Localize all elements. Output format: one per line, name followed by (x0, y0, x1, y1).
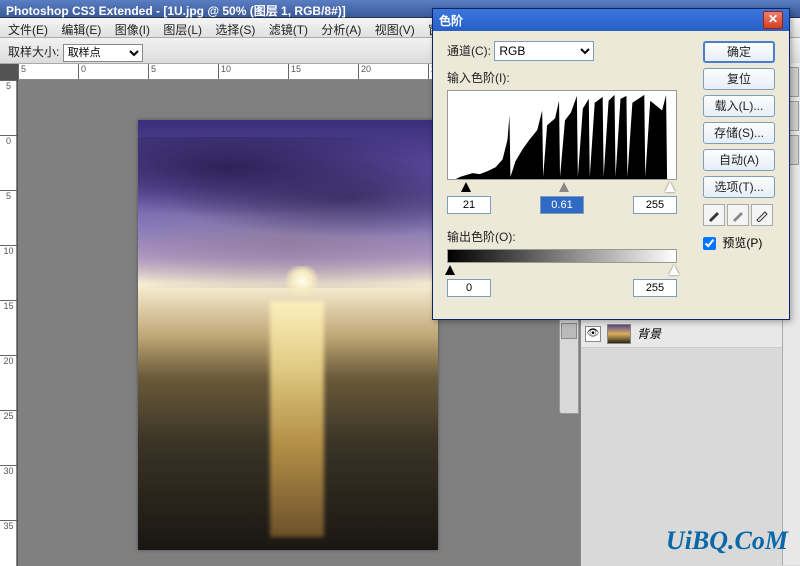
close-button[interactable]: ✕ (763, 11, 783, 29)
output-gradient (447, 249, 677, 263)
app-title: Photoshop CS3 Extended - [1U.jpg @ 50% (… (6, 4, 346, 18)
menu-filter[interactable]: 滤镜(T) (269, 23, 308, 37)
sky-clouds (138, 137, 438, 288)
watermark: UiBQ.CoM (666, 526, 788, 556)
midtone-input[interactable] (540, 196, 584, 214)
shadow-input[interactable] (447, 196, 491, 214)
document-image[interactable] (138, 120, 438, 550)
cancel-button[interactable]: 复位 (703, 68, 775, 90)
menu-view[interactable]: 视图(V) (375, 23, 415, 37)
preview-checkbox[interactable] (703, 237, 716, 250)
bg-label: 背景 (637, 325, 661, 342)
options-button[interactable]: 选项(T)... (703, 176, 775, 198)
black-eyedropper[interactable] (703, 204, 725, 226)
vertical-ruler: 5 0 5 10 15 20 25 30 35 (0, 80, 17, 566)
out-white-slider[interactable] (669, 265, 679, 275)
menu-edit[interactable]: 编辑(E) (61, 23, 101, 37)
shadow-slider[interactable] (461, 182, 471, 192)
preview-label: 预览(P) (722, 236, 762, 250)
channel-label: 通道(C): (447, 42, 491, 59)
layer-thumbnail[interactable] (607, 324, 631, 344)
out-white-input[interactable] (633, 279, 677, 297)
sun-glow (282, 266, 322, 296)
dock-icon-2[interactable] (561, 323, 577, 339)
image-content (138, 120, 438, 550)
sample-size-label: 取样大小: (8, 43, 59, 60)
channel-select[interactable]: RGB (494, 41, 594, 61)
highlight-slider[interactable] (665, 182, 675, 192)
sun-reflection (270, 301, 324, 538)
output-levels-label: 输出色阶(O): (447, 228, 516, 245)
menu-select[interactable]: 选择(S) (215, 23, 255, 37)
ok-button[interactable]: 确定 (703, 41, 775, 63)
dialog-titlebar[interactable]: 色阶 ✕ (433, 9, 789, 31)
midtone-slider[interactable] (559, 182, 569, 192)
levels-dialog: 色阶 ✕ 通道(C): RGB 输入色阶(I): (432, 8, 790, 320)
highlight-input[interactable] (633, 196, 677, 214)
sample-size-select[interactable]: 取样点 (63, 44, 143, 62)
out-black-input[interactable] (447, 279, 491, 297)
save-button[interactable]: 存储(S)... (703, 122, 775, 144)
output-slider[interactable] (447, 265, 677, 277)
input-slider[interactable] (447, 182, 677, 194)
layer-background[interactable]: 👁 背景 🔒 (581, 320, 800, 348)
visibility-toggle[interactable]: 👁 (585, 326, 601, 342)
preview-checkbox-row: 预览(P) (703, 234, 779, 251)
histogram (447, 90, 677, 180)
gray-eyedropper[interactable] (727, 204, 749, 226)
auto-button[interactable]: 自动(A) (703, 149, 775, 171)
menu-file[interactable]: 文件(E) (8, 23, 48, 37)
load-button[interactable]: 载入(L)... (703, 95, 775, 117)
menu-image[interactable]: 图像(I) (115, 23, 150, 37)
menu-analysis[interactable]: 分析(A) (321, 23, 361, 37)
input-levels-label: 输入色阶(I): (447, 69, 510, 86)
out-black-slider[interactable] (445, 265, 455, 275)
white-eyedropper[interactable] (751, 204, 773, 226)
dialog-title: 色阶 (439, 12, 763, 29)
menu-layer[interactable]: 图层(L) (163, 23, 202, 37)
